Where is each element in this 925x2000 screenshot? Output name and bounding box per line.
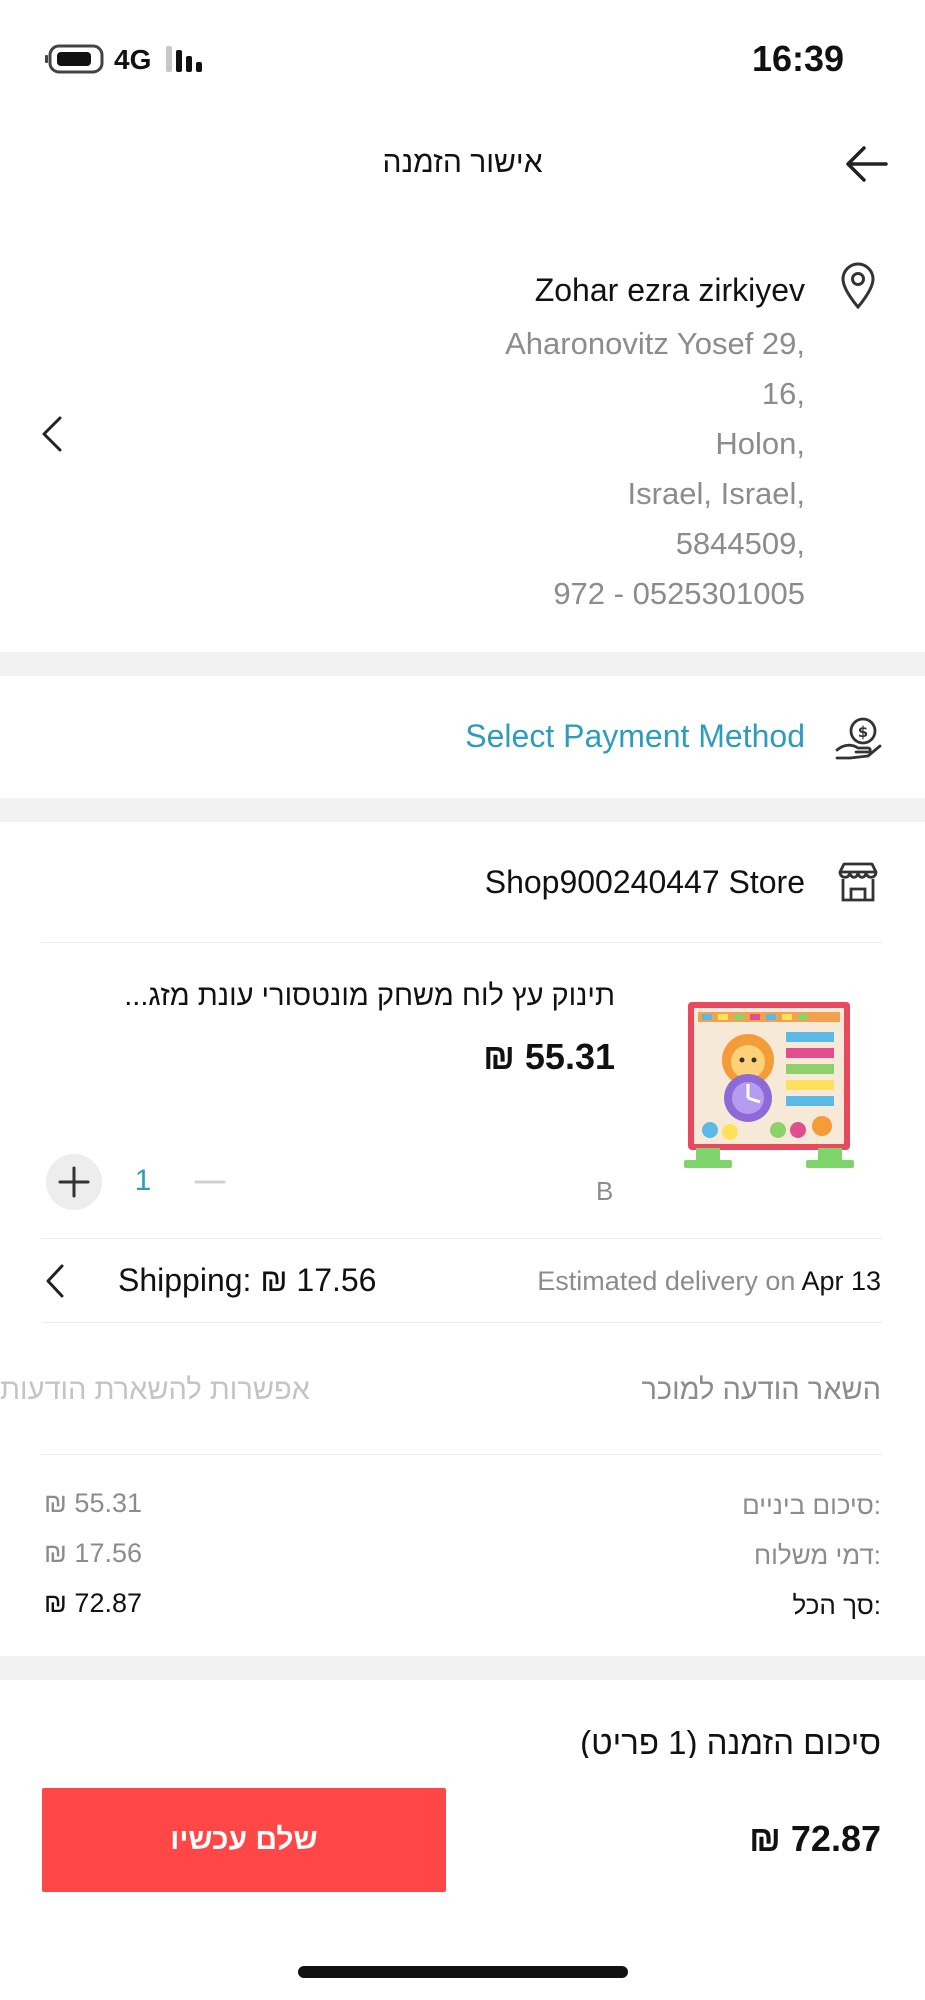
money-hand-icon: $	[834, 714, 884, 762]
summary-label: דמי משלוח:	[754, 1540, 881, 1570]
clock: 16:39	[752, 38, 845, 79]
chevron-left-icon[interactable]	[40, 414, 64, 454]
divider	[42, 1454, 882, 1455]
product-title[interactable]: תינוק עץ לוח משחק מונטסורי עונת מזג...	[75, 980, 615, 1013]
delivery-date: Apr 13	[801, 1266, 881, 1296]
pay-now-button[interactable]: שלם עכשיו	[42, 1788, 446, 1892]
decrease-quantity-button[interactable]	[182, 1154, 238, 1210]
store-name[interactable]: Shop900240447 Store	[485, 864, 805, 901]
summary-label: סיכום ביניים:	[742, 1490, 881, 1520]
product-variant: B	[596, 1176, 614, 1206]
recipient-name: Zohar ezra zirkiyev	[534, 272, 805, 308]
location-pin-icon	[838, 262, 878, 310]
address-line: Israel, Israel,	[627, 476, 805, 511]
network-type: 4G	[114, 44, 152, 75]
section-separator	[0, 798, 925, 822]
home-indicator	[298, 1966, 628, 1978]
summary-value: ₪ 72.87	[44, 1588, 142, 1618]
svg-text:$: $	[858, 723, 868, 741]
section-separator	[0, 1656, 925, 1680]
chevron-left-icon[interactable]	[44, 1262, 66, 1300]
divider	[42, 1322, 882, 1323]
estimated-delivery: Estimated delivery on Apr 13	[537, 1266, 881, 1297]
order-total: ₪ 72.87	[749, 1818, 881, 1859]
page-title: אישור הזמנה	[382, 146, 543, 179]
address-line: 16,	[761, 376, 805, 411]
back-arrow-icon[interactable]	[842, 140, 890, 188]
divider	[42, 1238, 882, 1239]
seller-message-label: השאר הודעה למוכר	[641, 1374, 881, 1406]
summary-value: ₪ 17.56	[44, 1538, 142, 1568]
section-separator	[0, 652, 925, 676]
plus-icon	[58, 1166, 90, 1198]
summary-label: סך הכל:	[792, 1590, 881, 1620]
increase-quantity-button[interactable]	[46, 1154, 102, 1210]
phone-number: 972 - 0525301005	[553, 576, 805, 611]
summary-value: ₪ 55.31	[44, 1488, 142, 1518]
product-thumbnail[interactable]	[666, 980, 872, 1186]
pay-now-label: שלם עכשיו	[170, 1823, 318, 1856]
divider	[42, 942, 882, 943]
store-icon	[836, 860, 880, 904]
address-line: Aharonovitz Yosef 29,	[505, 326, 805, 361]
order-summary-title: סיכום הזמנה (1 פריט)	[580, 1724, 881, 1758]
address-line: 5844509,	[675, 526, 805, 561]
payment-method-label[interactable]: Select Payment Method	[465, 718, 805, 755]
quantity-value[interactable]: 1	[126, 1164, 160, 1198]
product-price: ₪ 55.31	[483, 1036, 615, 1077]
seller-message-input[interactable]: אפשרות להשארת הודעות	[0, 1374, 330, 1407]
signal-bars-icon	[166, 46, 210, 74]
delivery-prefix: Estimated delivery on	[537, 1266, 796, 1296]
address-line: Holon,	[715, 426, 805, 461]
battery-icon	[44, 44, 104, 74]
minus-icon	[194, 1180, 226, 1184]
shipping-cost: Shipping: ₪ 17.56	[118, 1262, 377, 1298]
